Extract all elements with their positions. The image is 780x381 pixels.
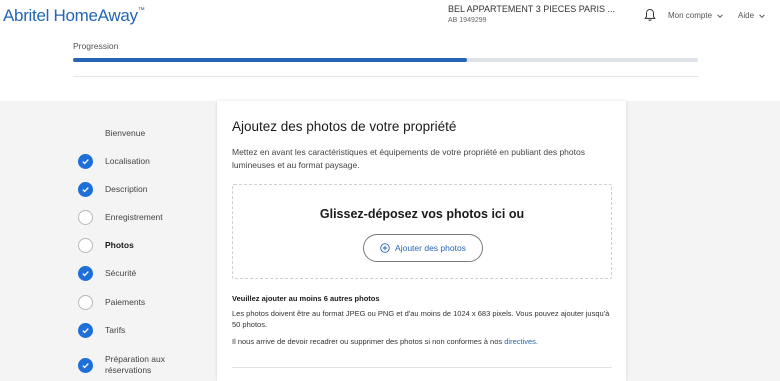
step-label: Tarifs xyxy=(105,325,126,335)
guidelines-link[interactable]: directives xyxy=(504,337,536,346)
step-label: Photos xyxy=(105,240,134,250)
progress-label: Progression xyxy=(73,41,119,51)
empty-circle-icon xyxy=(78,238,93,253)
my-account-menu[interactable]: Mon compte xyxy=(668,11,724,20)
requirement-text: Les photos doivent être au format JPEG o… xyxy=(232,309,610,329)
progress-section: Progression xyxy=(0,33,780,101)
step-label: Préparation aux réservations xyxy=(105,354,166,375)
check-circle-icon xyxy=(78,182,93,197)
divider xyxy=(73,76,698,77)
step-label: Enregistrement xyxy=(105,212,163,222)
divider xyxy=(232,367,612,368)
empty-circle-icon xyxy=(78,295,93,310)
logo-trademark: ™ xyxy=(137,7,145,14)
dropzone-title: Glissez-déposez vos photos ici ou xyxy=(319,207,525,221)
progress-bar-fill xyxy=(73,58,467,62)
help-menu[interactable]: Aide xyxy=(738,11,766,20)
step-label: Localisation xyxy=(105,156,150,166)
logo-text: Abritel HomeAway xyxy=(3,6,138,25)
crop-notice-text: Il nous arrive de devoir recadrer ou sup… xyxy=(232,337,503,346)
photo-dropzone[interactable]: Glissez-déposez vos photos ici ou Ajoute… xyxy=(232,184,612,279)
progress-bar xyxy=(73,58,698,62)
chevron-down-icon xyxy=(717,13,723,18)
step-label: Bienvenue xyxy=(105,128,146,138)
check-circle-icon xyxy=(78,266,93,281)
plus-circle-icon xyxy=(380,243,390,253)
crop-notice: Il nous arrive de devoir recadrer ou sup… xyxy=(232,337,617,346)
crop-notice-end: . xyxy=(535,337,539,346)
empty-circle-icon xyxy=(78,210,93,225)
add-photos-label: Ajouter des photos xyxy=(395,243,466,253)
bell-icon[interactable] xyxy=(643,8,657,22)
my-account-label: Mon compte xyxy=(668,11,713,20)
top-header: Abritel HomeAway™ BEL APPARTEMENT 3 PIEC… xyxy=(0,0,780,33)
chevron-down-icon xyxy=(759,13,765,18)
check-circle-icon xyxy=(78,154,93,169)
card-title: Ajoutez des photos de votre propriété xyxy=(232,119,457,134)
step-label: Paiements xyxy=(105,297,146,307)
step-label: Description xyxy=(105,184,148,194)
step-item[interactable]: Sécurité xyxy=(78,266,188,281)
step-item[interactable]: Tarifs xyxy=(78,323,188,338)
add-photos-button[interactable]: Ajouter des photos xyxy=(363,234,483,262)
card-description: Mettez en avant les caractéristiques et … xyxy=(232,147,585,170)
property-id: AB 1949299 xyxy=(448,17,487,24)
property-name[interactable]: BEL APPARTEMENT 3 PIECES PARIS ... xyxy=(448,4,615,14)
step-item[interactable]: Localisation xyxy=(78,154,188,169)
abritel-homeaway-logo[interactable]: Abritel HomeAway™ xyxy=(3,6,145,26)
step-item[interactable]: Bienvenue xyxy=(78,126,188,141)
requirement-title: Veuillez ajouter au moins 6 autres photo… xyxy=(232,294,380,303)
step-item[interactable]: Préparation aux réservations xyxy=(78,354,188,376)
step-label: Sécurité xyxy=(105,268,137,278)
help-label: Aide xyxy=(738,11,755,20)
check-circle-icon xyxy=(78,323,93,338)
step-item[interactable]: Paiements xyxy=(78,295,188,310)
step-item[interactable]: Enregistrement xyxy=(78,210,188,225)
step-item[interactable]: Photos xyxy=(78,238,188,253)
check-circle-icon xyxy=(78,357,93,373)
step-item[interactable]: Description xyxy=(78,182,188,197)
photos-card: Ajoutez des photos de votre propriété Me… xyxy=(217,101,626,381)
